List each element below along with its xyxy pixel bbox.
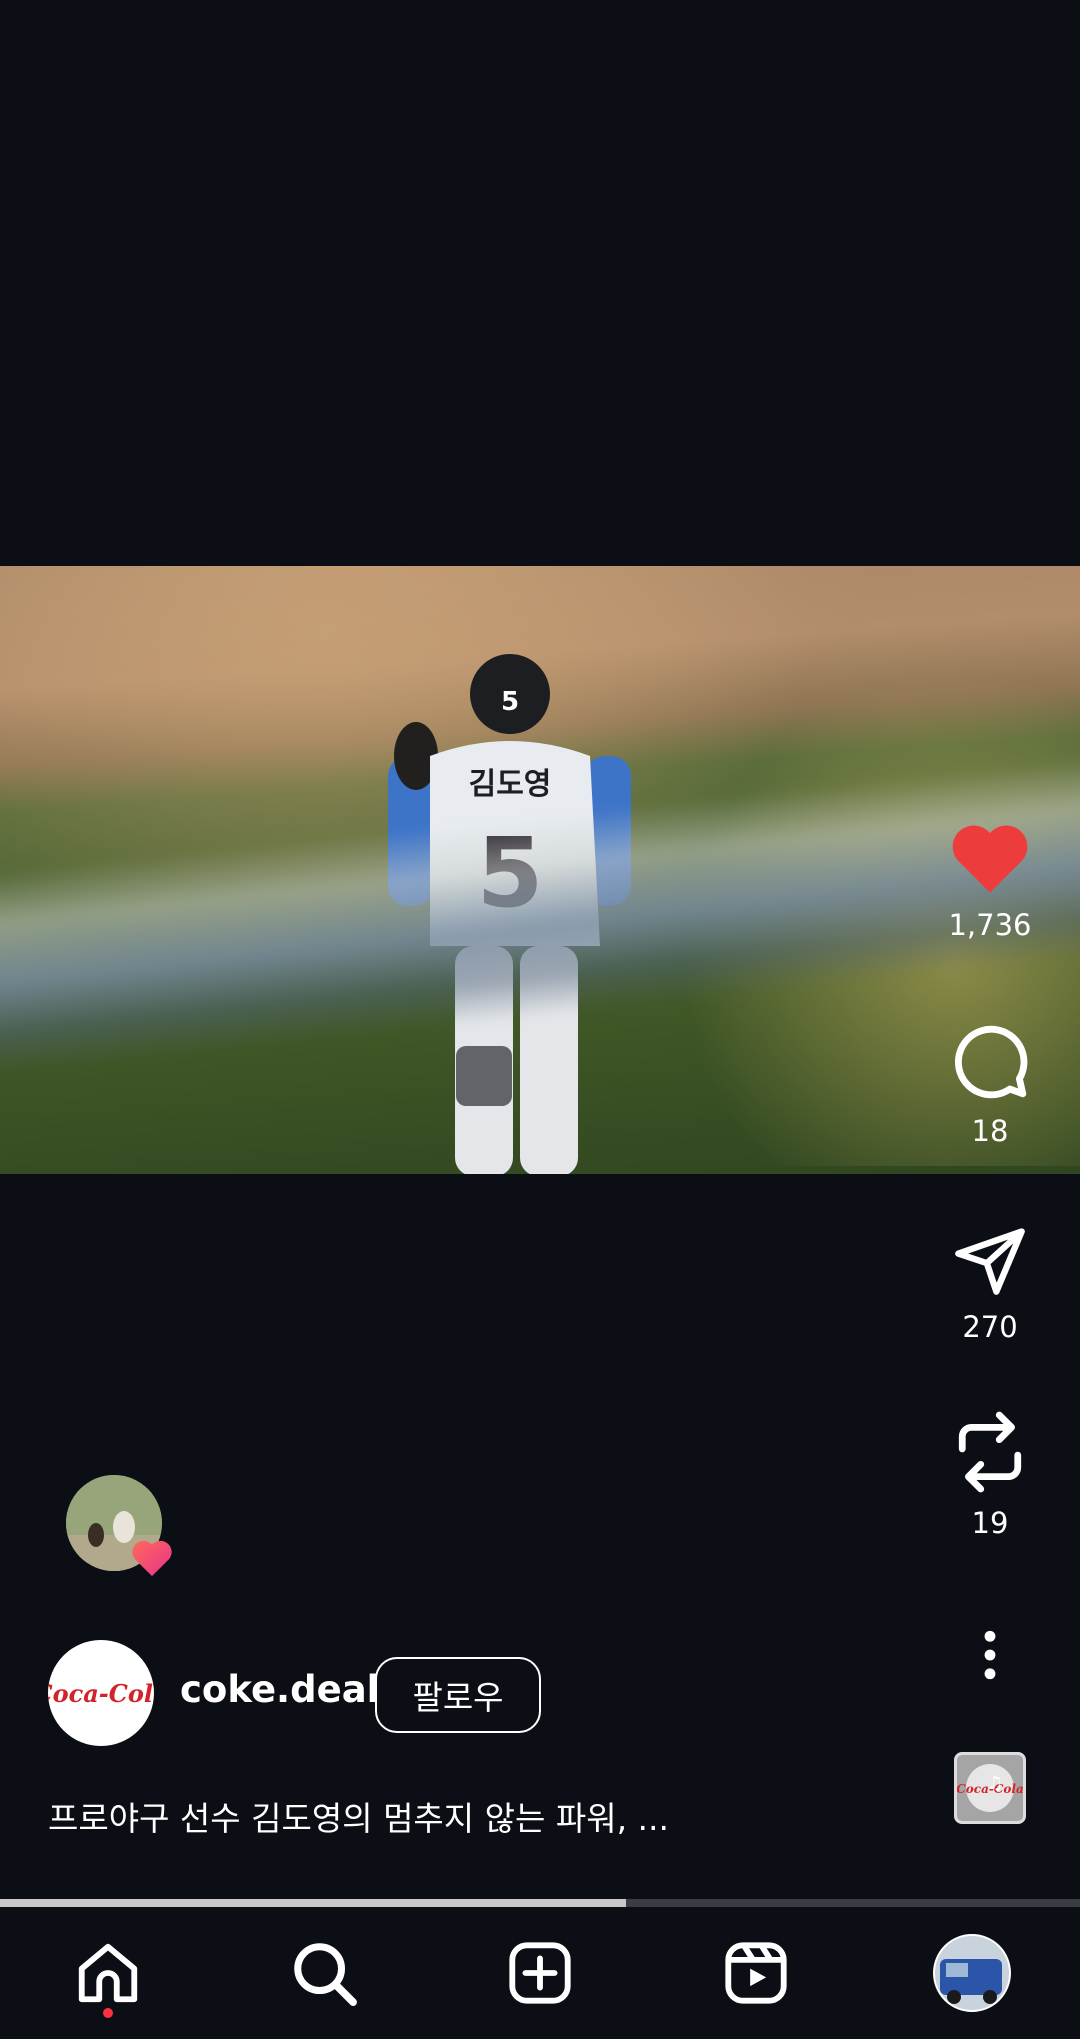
helmet-number: 5 (501, 687, 519, 717)
repost-action[interactable]: 19 (924, 1410, 1056, 1540)
music-note-icon: ♫ (987, 1773, 1003, 1794)
repost-count: 19 (971, 1506, 1009, 1540)
send-paper-plane-icon[interactable] (950, 1222, 1030, 1298)
comment-count: 18 (971, 1114, 1009, 1148)
heart-badge-icon (132, 1540, 172, 1577)
more-options[interactable] (924, 1630, 1056, 1680)
heart-filled-icon[interactable] (948, 820, 1032, 896)
share-count: 270 (962, 1310, 1018, 1344)
share-action[interactable]: 270 (924, 1222, 1056, 1344)
comment-bubble-icon[interactable] (949, 1020, 1031, 1102)
author-avatar[interactable]: Coca-Cola (48, 1640, 154, 1746)
reels-icon[interactable] (721, 1938, 791, 2008)
nav-reels[interactable] (716, 1933, 796, 2013)
author-username[interactable]: coke.deal (180, 1668, 379, 1711)
more-vertical-icon[interactable] (980, 1630, 1000, 1680)
video-player[interactable]: 5 김도영 5 (0, 566, 1080, 1174)
nav-create[interactable] (500, 1933, 580, 2013)
comment-action[interactable]: 18 (924, 1020, 1056, 1148)
home-icon[interactable] (73, 1938, 143, 2008)
video-progress-fill (0, 1899, 627, 1907)
profile-avatar[interactable] (932, 1933, 1012, 2013)
jersey-name: 김도영 (469, 767, 552, 802)
coca-cola-logo: Coca-Cola (48, 1679, 154, 1708)
bottom-navigation (0, 1907, 1080, 2039)
create-icon[interactable] (505, 1938, 575, 2008)
repost-icon[interactable] (953, 1410, 1027, 1494)
nav-home[interactable] (68, 1933, 148, 2013)
post-caption[interactable]: 프로야구 선수 김도영의 멈추지 않는 파워, ... (48, 1792, 669, 1840)
nav-profile[interactable] (932, 1933, 1012, 2013)
follow-button[interactable]: 팔로우 (375, 1657, 541, 1733)
like-action[interactable]: 1,736 (924, 820, 1056, 942)
like-count: 1,736 (948, 908, 1032, 942)
audio-thumbnail[interactable]: Coca-Cola ♫ (954, 1752, 1026, 1824)
search-icon[interactable] (289, 1938, 359, 2008)
nav-search[interactable] (284, 1933, 364, 2013)
home-notification-dot (103, 2008, 113, 2018)
video-progress-bar[interactable] (0, 1899, 1080, 1907)
